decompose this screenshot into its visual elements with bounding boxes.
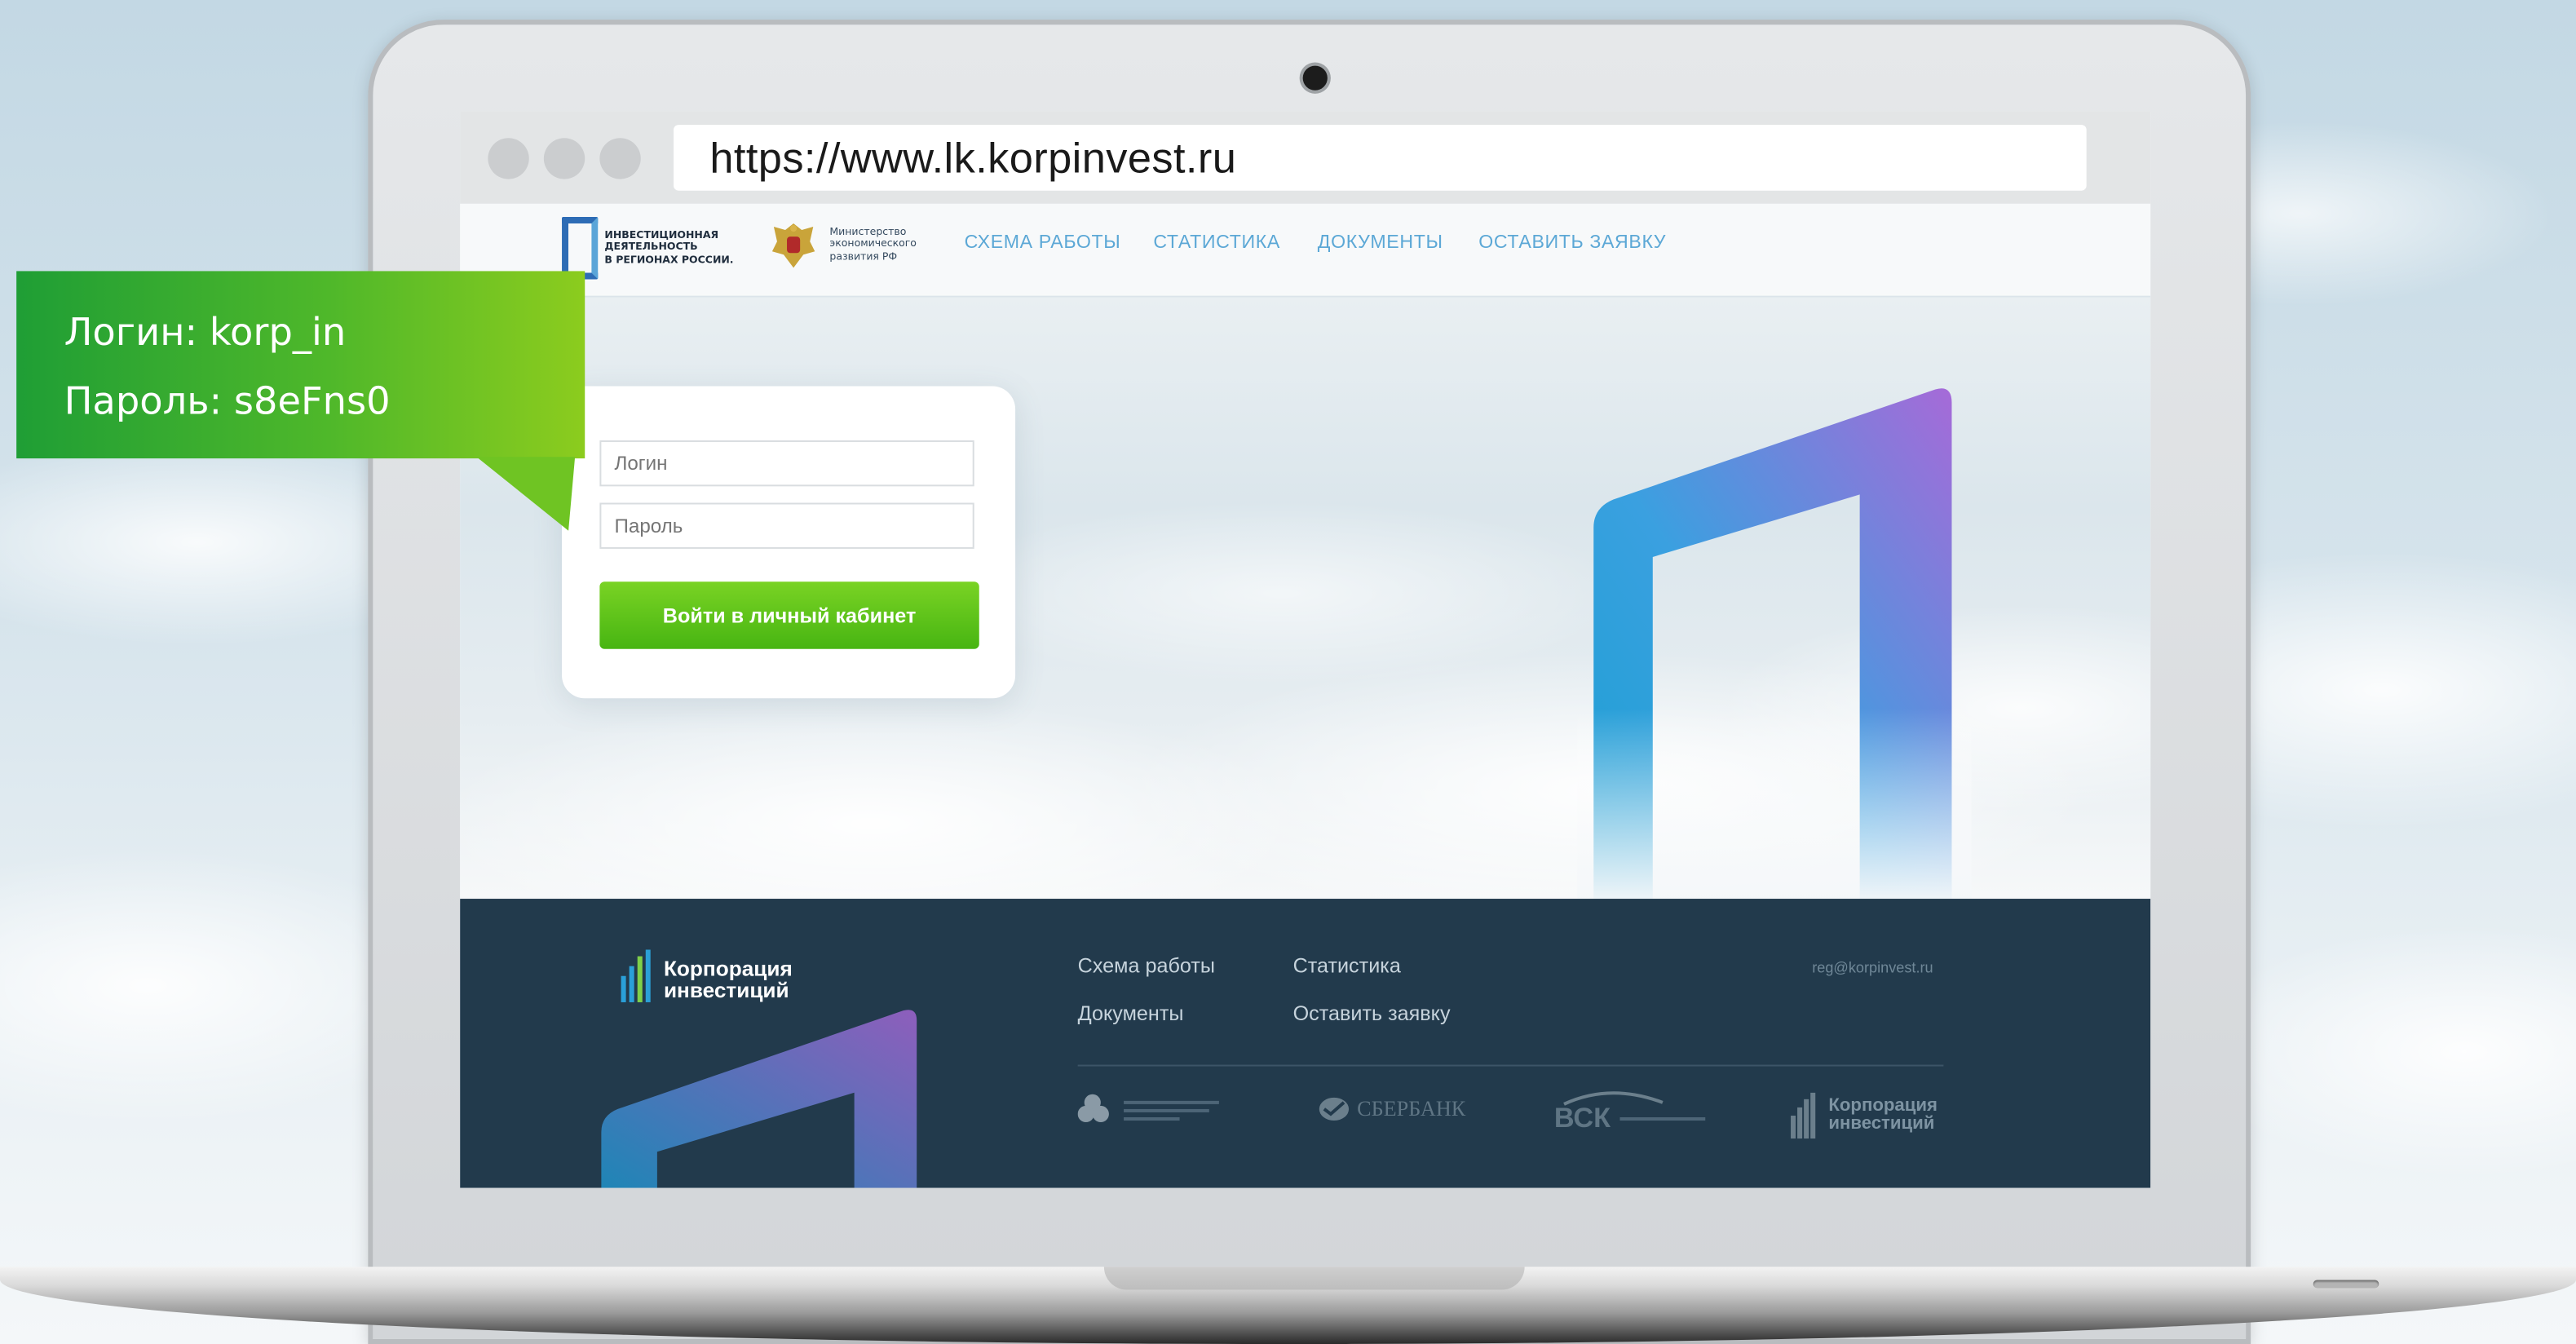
url-text: https://www.lk.korpinvest.ru <box>709 132 1237 182</box>
ministry-label: Министерство экономического развития РФ <box>829 227 941 263</box>
footer-link-scheme[interactable]: Схема работы <box>1078 955 1215 978</box>
corporation-logo-text[interactable]: Корпорация инвестиций <box>664 958 793 1001</box>
vsk-partner-logo: ВСК <box>1554 1090 1718 1135</box>
sberbank-partner-logo: СБЕРБАНК <box>1318 1090 1482 1132</box>
ministry-line: развития РФ <box>829 250 898 263</box>
login-input[interactable] <box>599 440 974 487</box>
camera-dot <box>1302 65 1328 91</box>
login-submit-button[interactable]: Войти в личный кабинет <box>599 581 979 649</box>
ministry-line: Министерство <box>829 227 907 239</box>
coat-of-arms-icon <box>771 223 815 268</box>
callout-pointer <box>476 457 576 531</box>
login-card: Войти в личный кабинет <box>562 386 1016 699</box>
password-input[interactable] <box>599 502 974 549</box>
partner-corporation-line: инвестиций <box>1828 1113 1935 1134</box>
window-control-maximize[interactable] <box>599 138 641 179</box>
hero-section: Войти в личный кабинет <box>460 297 2151 900</box>
laptop-screen: https://www.lk.korpinvest.ru ИНВЕСТИЦИОН… <box>460 111 2151 1188</box>
footer-link-statistics[interactable]: Статистика <box>1293 955 1401 978</box>
partner-logo-icon <box>1077 1094 1219 1123</box>
nav-statistics[interactable]: СТАТИСТИКА <box>1153 233 1280 253</box>
portal-logo-text[interactable]: ИНВЕСТИЦИОННАЯ ДЕЯТЕЛЬНОСТЬ В РЕГИОНАХ Р… <box>604 230 752 266</box>
window-control-close[interactable] <box>488 138 529 179</box>
nav-scheme[interactable]: СХЕМА РАБОТЫ <box>965 233 1121 253</box>
site-header: ИНВЕСТИЦИОННАЯ ДЕЯТЕЛЬНОСТЬ В РЕГИОНАХ Р… <box>460 203 2151 298</box>
partner-corporation-text: Корпорация инвестиций <box>1828 1095 1938 1134</box>
ministry-line: экономического <box>829 238 917 250</box>
site-footer: Корпорация инвестиций Схема работы Стати… <box>460 899 2151 1188</box>
laptop-side-slot <box>2313 1280 2379 1289</box>
decorative-portal-frame <box>1577 388 1972 900</box>
address-bar[interactable]: https://www.lk.korpinvest.ru <box>674 125 2087 191</box>
nav-submit-request[interactable]: ОСТАВИТЬ ЗАЯВКУ <box>1478 233 1666 253</box>
logo-line: В РЕГИОНАХ РОССИИ. <box>604 254 734 266</box>
footer-email-link[interactable]: reg@korpinvest.ru <box>1812 960 1933 976</box>
callout-login-line: Логин: korp_in <box>64 312 347 356</box>
vsk-tagline-mark <box>1619 1116 1706 1121</box>
footer-decorative-frame <box>601 1010 917 1188</box>
portal-logo-icon[interactable] <box>562 216 599 280</box>
sberbank-label: СБЕРБАНК <box>1357 1095 1466 1121</box>
browser-chrome: https://www.lk.korpinvest.ru <box>460 111 2151 204</box>
page-stage: https://www.lk.korpinvest.ru ИНВЕСТИЦИОН… <box>0 0 2576 1344</box>
partner-corporation-line: Корпорация <box>1828 1095 1938 1116</box>
laptop-hinge-notch <box>1103 1267 1525 1290</box>
callout-password-line: Пароль: s8eFns0 <box>64 381 391 424</box>
window-control-minimize[interactable] <box>543 138 585 179</box>
corporation-logo-icon[interactable] <box>621 949 651 1002</box>
footer-divider <box>1077 1064 1944 1067</box>
logo-line: ИНВЕСТИЦИОННАЯ <box>604 230 719 242</box>
logo-line: ДЕЯТЕЛЬНОСТЬ <box>604 241 698 254</box>
partner-corporation-icon <box>1791 1092 1816 1139</box>
corporation-line: инвестиций <box>663 977 789 1002</box>
corporation-line: Корпорация <box>663 956 793 981</box>
vsk-label: ВСК <box>1553 1102 1611 1134</box>
footer-link-submit-request[interactable]: Оставить заявку <box>1293 1002 1451 1025</box>
footer-link-documents[interactable]: Документы <box>1078 1002 1184 1025</box>
sberbank-logo-icon <box>1319 1097 1350 1121</box>
nav-documents[interactable]: ДОКУМЕНТЫ <box>1318 233 1443 253</box>
credentials-callout: Логин: korp_in Пароль: s8eFns0 <box>16 271 585 459</box>
